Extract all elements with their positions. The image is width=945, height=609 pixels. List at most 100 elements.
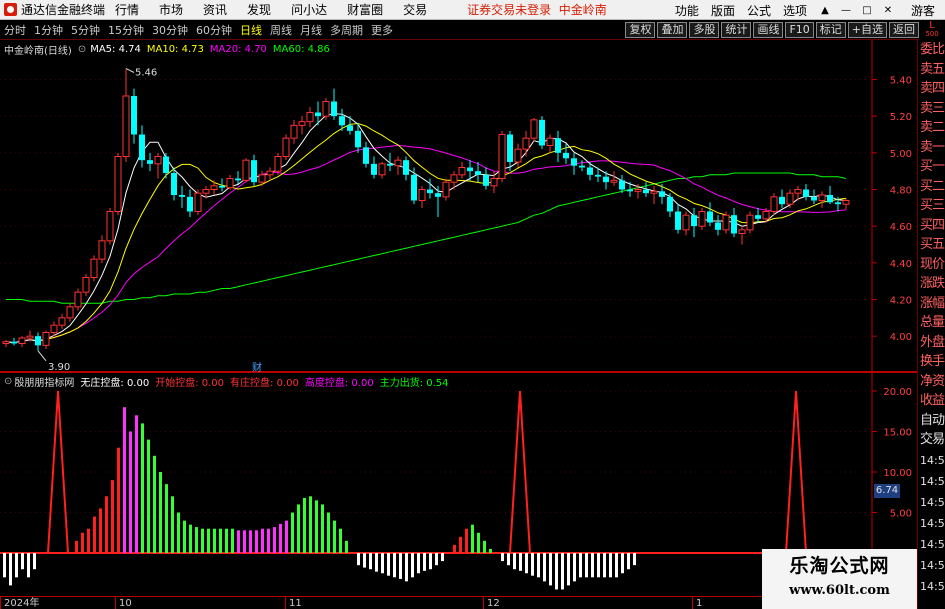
candle-96[interactable] bbox=[770, 193, 778, 216]
menu-hangqing[interactable]: 行情 bbox=[105, 1, 149, 18]
sidebar-item-13[interactable]: 涨幅 bbox=[918, 294, 945, 314]
candle-93[interactable] bbox=[746, 211, 754, 234]
ind-bar-34[interactable] bbox=[207, 528, 210, 553]
candle-34[interactable] bbox=[274, 152, 282, 175]
ind-bar-60[interactable] bbox=[363, 553, 366, 568]
ind-bar-56[interactable] bbox=[339, 528, 342, 553]
ind-bar-52[interactable] bbox=[315, 500, 318, 553]
sidebar-item-10[interactable]: 买五 bbox=[918, 235, 945, 255]
candle-55[interactable] bbox=[442, 178, 450, 201]
menu-jiaoyi[interactable]: 交易 bbox=[393, 1, 437, 18]
ind-bar-70[interactable] bbox=[423, 553, 426, 571]
menu-wenxiaoda[interactable]: 问小达 bbox=[281, 1, 337, 18]
ind-bar-14[interactable] bbox=[87, 528, 90, 553]
sidebar-item-7[interactable]: 买二 bbox=[918, 177, 945, 197]
ind-bar-102[interactable] bbox=[615, 553, 618, 578]
ind-bar-23[interactable] bbox=[141, 423, 144, 553]
ind-bar-94[interactable] bbox=[567, 553, 570, 586]
ind-bar-97[interactable] bbox=[585, 553, 588, 578]
ind-bar-24[interactable] bbox=[147, 439, 150, 553]
ind-bar-26[interactable] bbox=[159, 472, 162, 553]
ind-bar-50[interactable] bbox=[303, 497, 306, 553]
candle-90[interactable] bbox=[722, 211, 730, 234]
ind-expand-icon[interactable]: ⊙ bbox=[4, 376, 12, 387]
ind-bar-27[interactable] bbox=[165, 484, 168, 553]
ind-bar-69[interactable] bbox=[417, 553, 420, 574]
ind-bar-80[interactable] bbox=[483, 540, 486, 553]
ind-bar-1[interactable] bbox=[9, 553, 12, 586]
ind-bar-39[interactable] bbox=[237, 530, 240, 553]
ind-bar-42[interactable] bbox=[255, 530, 258, 553]
candle-40[interactable] bbox=[322, 97, 330, 120]
candle-35[interactable] bbox=[282, 134, 290, 161]
period-multi[interactable]: 多周期 bbox=[326, 22, 367, 38]
menu-banmian[interactable]: 版面 bbox=[705, 2, 741, 19]
ind-bar-87[interactable] bbox=[525, 553, 528, 574]
ind-bar-0[interactable] bbox=[3, 553, 6, 578]
ind-bar-31[interactable] bbox=[189, 524, 192, 553]
ind-bar-41[interactable] bbox=[249, 530, 252, 553]
sidebar-item-17[interactable]: 净资 bbox=[918, 372, 945, 392]
minimize-icon[interactable]: — bbox=[837, 2, 855, 18]
ind-bar-81[interactable] bbox=[489, 548, 492, 553]
ind-bar-101[interactable] bbox=[609, 553, 612, 578]
ind-bar-71[interactable] bbox=[429, 553, 432, 570]
period-more[interactable]: 更多 bbox=[367, 22, 397, 38]
ind-bar-38[interactable] bbox=[231, 528, 234, 553]
ind-bar-55[interactable] bbox=[333, 520, 336, 553]
sidebar-item-11[interactable]: 现价 bbox=[918, 255, 945, 275]
candle-30[interactable] bbox=[242, 158, 250, 183]
ind-bar-57[interactable] bbox=[345, 540, 348, 553]
ind-bar-84[interactable] bbox=[507, 553, 510, 566]
ind-bar-77[interactable] bbox=[465, 528, 468, 553]
sidebar-item-16[interactable]: 换手 bbox=[918, 352, 945, 372]
sidebar-item-20[interactable]: 交易 bbox=[918, 430, 945, 450]
ind-bar-48[interactable] bbox=[291, 512, 294, 554]
menu-zixun[interactable]: 资讯 bbox=[193, 1, 237, 18]
ind-bar-73[interactable] bbox=[441, 553, 444, 562]
candle-87[interactable] bbox=[698, 207, 706, 230]
period-fenshi[interactable]: 分时 bbox=[0, 22, 30, 38]
ind-bar-79[interactable] bbox=[477, 532, 480, 553]
f10-button[interactable]: F10 bbox=[785, 22, 814, 38]
ind-bar-30[interactable] bbox=[183, 520, 186, 553]
fuquan-button[interactable]: 复权 bbox=[625, 22, 656, 38]
add-favorite-button[interactable]: +自选 bbox=[847, 22, 887, 38]
sidebar-item-14[interactable]: 总量 bbox=[918, 313, 945, 333]
period-1min[interactable]: 1分钟 bbox=[30, 22, 67, 38]
ind-bar-99[interactable] bbox=[597, 553, 600, 578]
ind-bar-47[interactable] bbox=[285, 520, 288, 553]
ind-bar-67[interactable] bbox=[405, 553, 408, 582]
ind-bar-103[interactable] bbox=[621, 553, 624, 574]
back-button[interactable]: 返回 bbox=[889, 22, 919, 38]
sidebar-item-6[interactable]: 买一 bbox=[918, 157, 945, 177]
ind-bar-18[interactable] bbox=[111, 480, 114, 553]
sidebar-item-4[interactable]: 卖二 bbox=[918, 118, 945, 138]
ind-bar-75[interactable] bbox=[453, 544, 456, 553]
sidebar-item-2[interactable]: 卖四 bbox=[918, 79, 945, 99]
menu-shichang[interactable]: 市场 bbox=[149, 1, 193, 18]
candle-67[interactable] bbox=[539, 116, 545, 150]
ind-bar-13[interactable] bbox=[81, 532, 84, 553]
ind-bar-45[interactable] bbox=[273, 527, 276, 553]
ind-bar-62[interactable] bbox=[375, 553, 378, 572]
ind-bar-4[interactable] bbox=[27, 553, 30, 578]
ind-bar-59[interactable] bbox=[357, 553, 360, 566]
sidebar-item-18[interactable]: 收益 bbox=[918, 391, 945, 411]
ind-bar-25[interactable] bbox=[153, 455, 156, 553]
ind-bar-43[interactable] bbox=[261, 528, 264, 553]
stats-button[interactable]: 统计 bbox=[721, 22, 752, 38]
ind-bar-3[interactable] bbox=[21, 553, 24, 570]
draw-line-button[interactable]: 画线 bbox=[753, 22, 784, 38]
ind-bar-100[interactable] bbox=[603, 553, 606, 578]
mark-button[interactable]: 标记 bbox=[815, 22, 846, 38]
ind-bar-21[interactable] bbox=[129, 431, 132, 554]
ind-bar-19[interactable] bbox=[117, 447, 120, 553]
guest-label[interactable]: 游客 bbox=[897, 2, 945, 19]
menu-caifuquan[interactable]: 财富圈 bbox=[337, 1, 393, 18]
menu-xuanxiang[interactable]: 选项 bbox=[777, 2, 813, 19]
ind-bar-105[interactable] bbox=[633, 553, 636, 566]
period-daily[interactable]: 日线 bbox=[236, 22, 266, 38]
ind-bar-63[interactable] bbox=[381, 553, 384, 574]
ind-bar-98[interactable] bbox=[591, 553, 594, 578]
